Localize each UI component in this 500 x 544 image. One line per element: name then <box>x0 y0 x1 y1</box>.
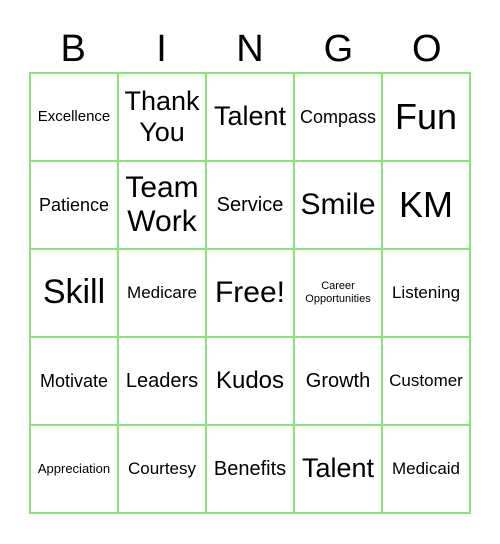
header-letter-g: G <box>323 28 354 70</box>
bingo-cell[interactable]: Fun <box>383 74 471 162</box>
bingo-cell[interactable]: Benefits <box>207 426 295 514</box>
header-letter-o: O <box>411 28 442 70</box>
bingo-cell[interactable]: KM <box>383 162 471 250</box>
bingo-cell-free[interactable]: Free! <box>207 250 295 338</box>
bingo-cell[interactable]: Talent <box>207 74 295 162</box>
header-letter-b: B <box>60 28 86 70</box>
header-letter-n: N <box>236 28 264 70</box>
bingo-cell[interactable]: Leaders <box>119 338 207 426</box>
bingo-cell[interactable]: Talent <box>295 426 383 514</box>
bingo-cell[interactable]: Medicaid <box>383 426 471 514</box>
bingo-cell[interactable]: Medicare <box>119 250 207 338</box>
bingo-cell[interactable]: Motivate <box>31 338 119 426</box>
bingo-cell[interactable]: Smile <box>295 162 383 250</box>
bingo-cell[interactable]: Team Work <box>119 162 207 250</box>
bingo-cell[interactable]: Listening <box>383 250 471 338</box>
bingo-cell[interactable]: Career Opportunities <box>295 250 383 338</box>
bingo-cell[interactable]: Skill <box>31 250 119 338</box>
bingo-cell[interactable]: Appreciation <box>31 426 119 514</box>
bingo-cell[interactable]: Customer <box>383 338 471 426</box>
bingo-cell[interactable]: Service <box>207 162 295 250</box>
header-letter-i: I <box>156 28 167 70</box>
bingo-cell[interactable]: Excellence <box>31 74 119 162</box>
bingo-cell[interactable]: Compass <box>295 74 383 162</box>
bingo-grid: Excellence Thank You Talent Compass Fun … <box>29 72 471 514</box>
bingo-cell[interactable]: Courtesy <box>119 426 207 514</box>
bingo-header: B I N G O <box>29 26 471 72</box>
bingo-cell[interactable]: Kudos <box>207 338 295 426</box>
bingo-cell[interactable]: Thank You <box>119 74 207 162</box>
bingo-cell[interactable]: Patience <box>31 162 119 250</box>
bingo-cell[interactable]: Growth <box>295 338 383 426</box>
